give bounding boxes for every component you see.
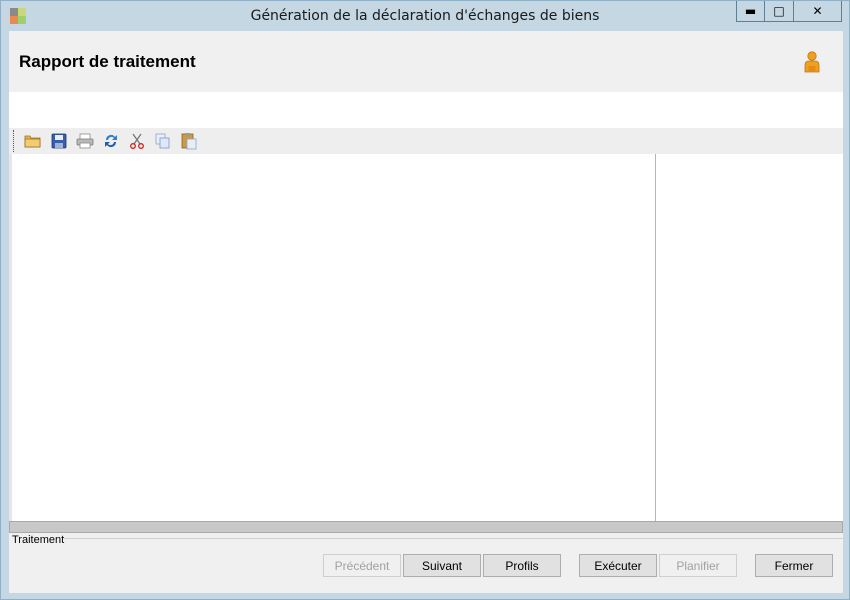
- group-label: Traitement: [12, 534, 65, 546]
- report-content-area[interactable]: [9, 154, 843, 521]
- execute-button[interactable]: Exécuter: [579, 554, 657, 577]
- close-button[interactable]: ✕: [794, 1, 842, 22]
- user-icon: [804, 51, 820, 73]
- report-toolbar: [9, 128, 843, 154]
- refresh-icon[interactable]: [100, 130, 122, 152]
- cut-icon[interactable]: [126, 130, 148, 152]
- progress-bar: [9, 521, 843, 533]
- client-area: Rapport de traitement Traitement Précéde…: [9, 31, 843, 593]
- side-panel[interactable]: [656, 154, 843, 521]
- copy-icon[interactable]: [152, 130, 174, 152]
- next-button[interactable]: Suivant: [403, 554, 481, 577]
- minimize-button[interactable]: ▬: [736, 1, 765, 22]
- previous-button[interactable]: Précédent: [323, 554, 401, 577]
- maximize-button[interactable]: □: [765, 1, 794, 22]
- save-icon[interactable]: [48, 130, 70, 152]
- print-icon[interactable]: [74, 130, 96, 152]
- close-dialog-button[interactable]: Fermer: [755, 554, 833, 577]
- title-bar[interactable]: Génération de la déclaration d'échanges …: [1, 1, 849, 31]
- application-window: Génération de la déclaration d'échanges …: [0, 0, 850, 600]
- profiles-button[interactable]: Profils: [483, 554, 561, 577]
- window-title: Génération de la déclaration d'échanges …: [250, 8, 600, 24]
- info-strip: [9, 92, 843, 128]
- group-divider: [64, 538, 843, 539]
- schedule-button[interactable]: Planifier: [659, 554, 737, 577]
- page-title: Rapport de traitement: [19, 52, 196, 71]
- toolbar-grip[interactable]: [13, 130, 16, 152]
- paste-icon[interactable]: [178, 130, 200, 152]
- open-folder-icon[interactable]: [22, 130, 44, 152]
- header-panel: Rapport de traitement: [9, 31, 843, 92]
